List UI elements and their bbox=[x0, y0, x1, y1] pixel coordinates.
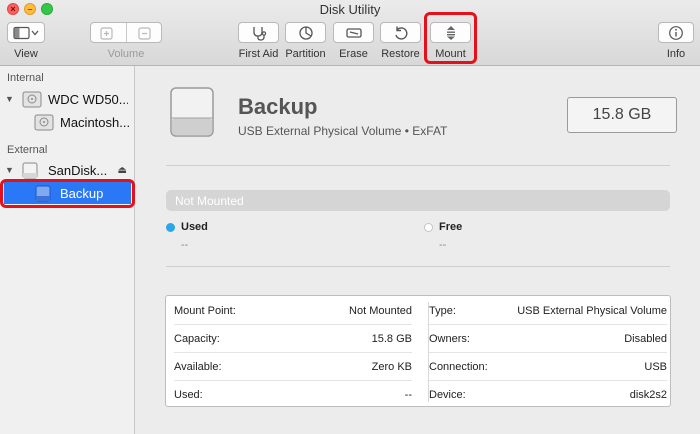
disclosure-triangle-icon[interactable]: ▼ bbox=[5, 94, 14, 104]
info-table: Mount Point: Not Mounted Capacity: 15.8 … bbox=[165, 295, 671, 407]
add-volume-icon bbox=[99, 26, 113, 40]
used-value: -- bbox=[181, 239, 189, 251]
stethoscope-icon bbox=[252, 26, 266, 41]
volume-description: USB External Physical Volume • ExFAT bbox=[238, 124, 448, 138]
sidebar-item-wdc-disk[interactable]: ▼ WDC WD50... bbox=[0, 88, 134, 110]
eject-icon[interactable]: ⏏ bbox=[118, 165, 127, 176]
info-row-used: Used: -- bbox=[174, 381, 412, 409]
volume-name: Backup bbox=[238, 94, 318, 119]
info-value: Disabled bbox=[624, 333, 667, 345]
free-value: -- bbox=[439, 239, 447, 251]
info-label: Info bbox=[666, 48, 686, 60]
toolbar: × – Disk Utility View Volume First Aid P… bbox=[0, 0, 700, 66]
info-row-type: Type: USB External Physical Volume bbox=[429, 297, 667, 325]
used-legend: Used bbox=[166, 221, 208, 233]
first-aid-button[interactable] bbox=[238, 22, 279, 43]
view-label: View bbox=[14, 48, 38, 60]
info-value: disk2s2 bbox=[629, 389, 667, 401]
restore-button[interactable] bbox=[380, 22, 421, 43]
info-row-device: Device: disk2s2 bbox=[429, 381, 667, 409]
info-key: Available: bbox=[174, 361, 222, 373]
internal-volume-icon bbox=[34, 114, 54, 134]
sidebar-header-internal: Internal bbox=[7, 72, 44, 84]
sidebar-item-label: WDC WD50... bbox=[48, 91, 128, 107]
info-value: -- bbox=[404, 389, 412, 401]
view-button[interactable] bbox=[7, 22, 45, 43]
info-key: Owners: bbox=[429, 333, 470, 345]
usage-bar: Not Mounted bbox=[166, 190, 670, 211]
restore-label: Restore bbox=[381, 48, 420, 60]
partition-button[interactable] bbox=[285, 22, 326, 43]
info-button[interactable] bbox=[658, 22, 694, 43]
info-value: Zero KB bbox=[371, 361, 412, 373]
sidebar-header-external: External bbox=[7, 144, 48, 156]
info-key: Used: bbox=[174, 389, 203, 401]
info-value: USB bbox=[644, 361, 667, 373]
partition-label: Partition bbox=[285, 48, 326, 60]
info-key: Capacity: bbox=[174, 333, 220, 345]
free-color-dot bbox=[424, 222, 433, 232]
info-row-mount-point: Mount Point: Not Mounted bbox=[174, 297, 412, 325]
backup-highlight-annotation bbox=[0, 179, 135, 208]
info-row-capacity: Capacity: 15.8 GB bbox=[174, 325, 412, 353]
sidebar-item-label: SanDisk... bbox=[48, 162, 108, 178]
internal-disk-icon bbox=[22, 91, 42, 111]
sidebar-layout-icon bbox=[13, 26, 39, 39]
info-key: Connection: bbox=[429, 361, 488, 373]
eraser-icon bbox=[345, 27, 362, 38]
info-icon bbox=[669, 25, 683, 40]
used-color-dot bbox=[166, 222, 175, 232]
free-legend: Free bbox=[424, 221, 462, 233]
main-panel: Backup USB External Physical Volume • Ex… bbox=[136, 66, 700, 434]
erase-label: Erase bbox=[339, 48, 368, 60]
divider bbox=[166, 165, 670, 166]
used-label: Used bbox=[181, 221, 208, 233]
mount-highlight-annotation bbox=[424, 12, 477, 64]
sidebar: Internal ▼ WDC WD50... Macintosh... Exte… bbox=[0, 66, 135, 434]
volume-size: 15.8 GB bbox=[567, 97, 677, 133]
info-key: Type: bbox=[429, 305, 456, 317]
info-row-connection: Connection: USB bbox=[429, 353, 667, 381]
info-row-owners: Owners: Disabled bbox=[429, 325, 667, 353]
info-row-available: Available: Zero KB bbox=[174, 353, 412, 381]
sidebar-item-sandisk[interactable]: ▼ SanDisk... ⏏ bbox=[0, 159, 134, 181]
pie-partition-icon bbox=[298, 25, 313, 40]
volume-button-group[interactable] bbox=[90, 22, 162, 43]
erase-button[interactable] bbox=[333, 22, 374, 43]
info-key: Device: bbox=[429, 389, 466, 401]
first-aid-label: First Aid bbox=[238, 48, 279, 60]
sidebar-item-macintosh-hd[interactable]: Macintosh... bbox=[0, 111, 134, 133]
sidebar-item-label: Macintosh... bbox=[60, 114, 130, 130]
info-value: USB External Physical Volume bbox=[517, 305, 667, 317]
mount-status-text: Not Mounted bbox=[175, 193, 244, 208]
free-label: Free bbox=[439, 221, 463, 233]
info-value: Not Mounted bbox=[349, 305, 412, 317]
window-title: Disk Utility bbox=[319, 2, 381, 17]
divider bbox=[166, 266, 670, 267]
external-drive-icon bbox=[169, 86, 215, 141]
info-key: Mount Point: bbox=[174, 305, 236, 317]
remove-volume-icon bbox=[137, 26, 151, 40]
disclosure-triangle-icon[interactable]: ▼ bbox=[5, 165, 14, 175]
restore-arrow-icon bbox=[394, 26, 407, 40]
volume-label: Volume bbox=[107, 48, 145, 60]
info-value: 15.8 GB bbox=[371, 333, 412, 345]
